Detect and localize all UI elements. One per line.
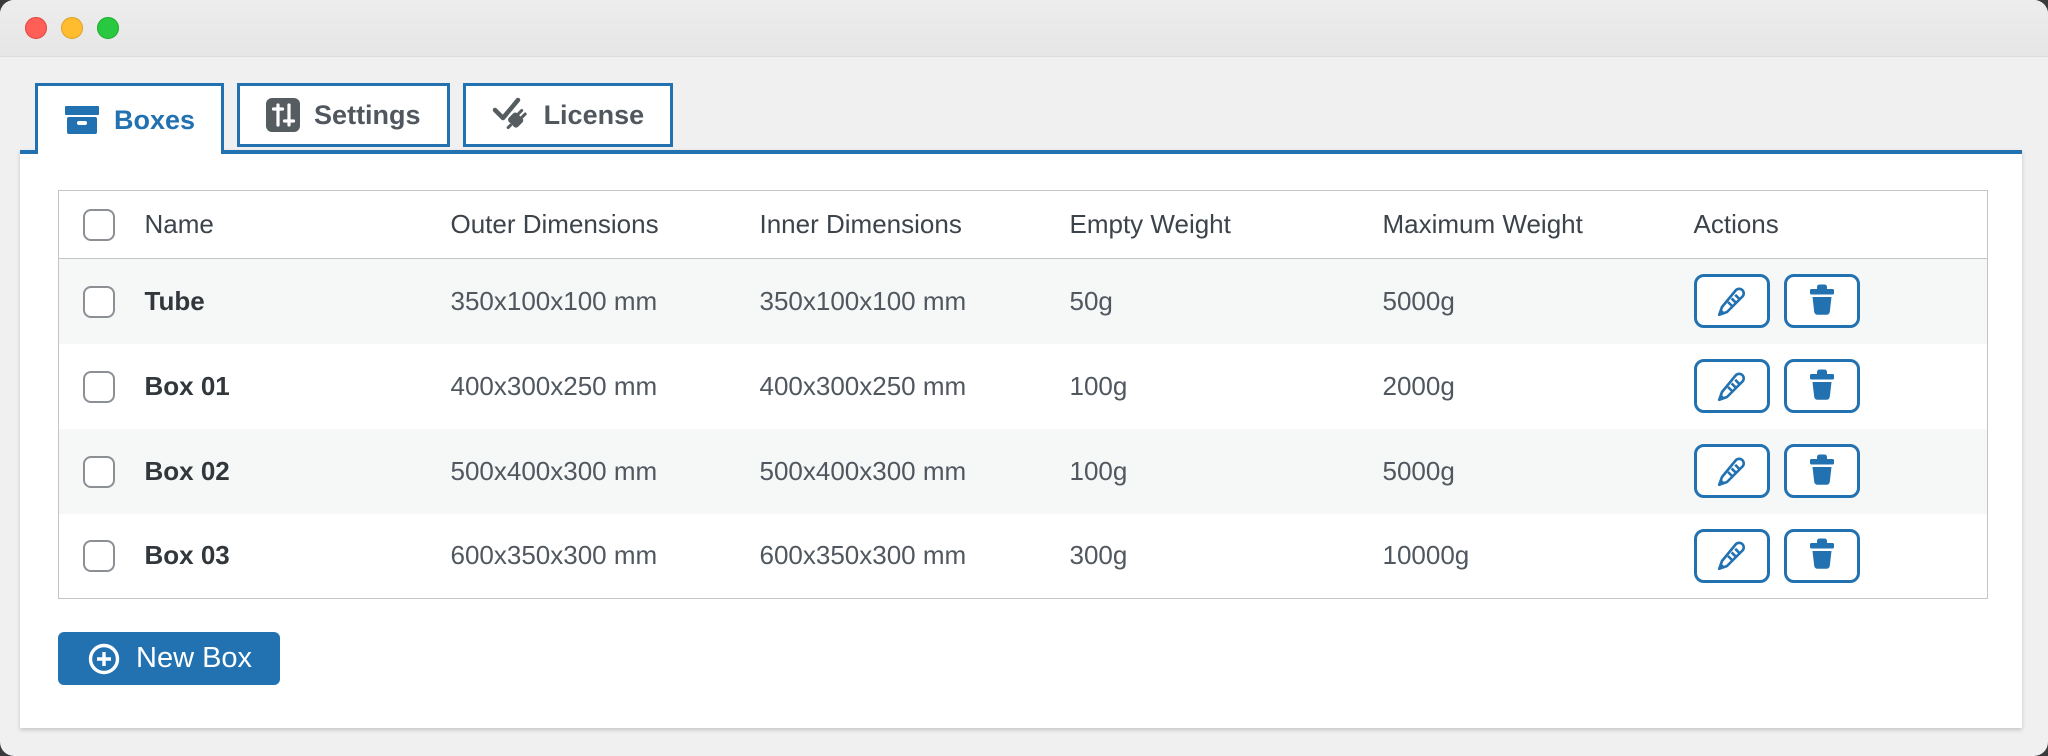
row-actions xyxy=(1693,444,1988,498)
edit-button[interactable] xyxy=(1693,359,1770,413)
table-row: Tube 350x100x100 mm 350x100x100 mm 50g 5… xyxy=(58,258,1988,344)
window-controls xyxy=(25,17,119,39)
box-empty-weight: 50g xyxy=(1069,285,1113,316)
table-header-row: Name Outer Dimensions Inner Dimensions E… xyxy=(58,190,1988,259)
boxes-panel: Name Outer Dimensions Inner Dimensions E… xyxy=(20,150,2022,728)
box-maximum-weight: 10000g xyxy=(1382,540,1470,571)
box-outer-dimensions: 350x100x100 mm xyxy=(450,285,658,316)
app-window: Boxes Settings License Name Outer Dimens… xyxy=(0,0,2048,756)
license-icon xyxy=(492,97,530,133)
box-empty-weight: 300g xyxy=(1069,540,1128,571)
pencil-icon xyxy=(1713,281,1751,322)
edit-button[interactable] xyxy=(1693,528,1770,583)
row-checkbox[interactable] xyxy=(83,455,115,488)
tab-label: Boxes xyxy=(114,104,196,135)
new-box-button[interactable]: New Box xyxy=(58,632,281,685)
box-name: Tube xyxy=(144,285,205,316)
box-inner-dimensions: 500x400x300 mm xyxy=(759,455,967,486)
column-header-name: Name xyxy=(120,190,427,259)
table-body: Tube 350x100x100 mm 350x100x100 mm 50g 5… xyxy=(58,258,1988,599)
box-maximum-weight: 2000g xyxy=(1382,370,1455,401)
table-row: Box 02 500x400x300 mm 500x400x300 mm 100… xyxy=(58,428,1988,514)
tab-label: License xyxy=(543,99,645,130)
zoom-button[interactable] xyxy=(97,17,119,39)
pencil-icon xyxy=(1713,451,1751,492)
row-checkbox[interactable] xyxy=(83,540,115,573)
column-header-outer: Outer Dimensions xyxy=(426,190,736,259)
row-checkbox[interactable] xyxy=(83,285,115,318)
column-header-empty: Empty Weight xyxy=(1045,190,1359,259)
settings-icon xyxy=(266,98,301,132)
row-checkbox[interactable] xyxy=(83,370,115,403)
box-inner-dimensions: 600x350x300 mm xyxy=(759,540,967,571)
box-maximum-weight: 5000g xyxy=(1382,455,1455,486)
close-button[interactable] xyxy=(25,17,47,39)
box-empty-weight: 100g xyxy=(1069,370,1128,401)
trash-icon xyxy=(1803,451,1841,492)
edit-button[interactable] xyxy=(1693,444,1770,498)
row-actions xyxy=(1693,274,1988,329)
trash-icon xyxy=(1803,281,1841,322)
column-header-actions: Actions xyxy=(1669,190,1988,259)
box-name: Box 02 xyxy=(144,455,230,486)
new-box-label: New Box xyxy=(136,642,253,674)
box-inner-dimensions: 400x300x250 mm xyxy=(759,370,967,401)
box-inner-dimensions: 350x100x100 mm xyxy=(759,285,967,316)
select-all-checkbox[interactable] xyxy=(83,209,115,242)
column-header-inner: Inner Dimensions xyxy=(735,190,1046,259)
tab-license[interactable]: License xyxy=(462,83,674,147)
trash-icon xyxy=(1803,535,1841,576)
tab-bar: Boxes Settings License xyxy=(0,83,2048,154)
plugin-page: Boxes Settings License Name Outer Dimens… xyxy=(0,57,2048,728)
delete-button[interactable] xyxy=(1783,359,1860,413)
boxes-table: Name Outer Dimensions Inner Dimensions E… xyxy=(58,190,1988,599)
box-outer-dimensions: 600x350x300 mm xyxy=(450,540,658,571)
tab-settings[interactable]: Settings xyxy=(237,83,450,147)
box-empty-weight: 100g xyxy=(1069,455,1128,486)
boxes-icon xyxy=(64,104,100,136)
delete-button[interactable] xyxy=(1783,528,1860,583)
delete-button[interactable] xyxy=(1783,444,1860,498)
table-row: Box 01 400x300x250 mm 400x300x250 mm 100… xyxy=(58,343,1988,429)
minimize-button[interactable] xyxy=(61,17,83,39)
column-header-max: Maximum Weight xyxy=(1358,190,1670,259)
delete-button[interactable] xyxy=(1783,274,1860,329)
edit-button[interactable] xyxy=(1693,274,1770,329)
pencil-icon xyxy=(1713,535,1751,576)
box-outer-dimensions: 400x300x250 mm xyxy=(450,370,658,401)
plus-circle-icon xyxy=(86,641,122,677)
box-name: Box 01 xyxy=(144,370,230,401)
trash-icon xyxy=(1803,366,1841,407)
pencil-icon xyxy=(1713,366,1751,407)
tab-boxes[interactable]: Boxes xyxy=(35,83,225,154)
row-actions xyxy=(1693,528,1988,583)
row-actions xyxy=(1693,359,1988,413)
titlebar xyxy=(0,0,2048,57)
table-row: Box 03 600x350x300 mm 600x350x300 mm 300… xyxy=(58,513,1988,599)
tab-label: Settings xyxy=(314,99,421,130)
box-name: Box 03 xyxy=(144,540,230,571)
box-outer-dimensions: 500x400x300 mm xyxy=(450,455,658,486)
box-maximum-weight: 5000g xyxy=(1382,285,1455,316)
